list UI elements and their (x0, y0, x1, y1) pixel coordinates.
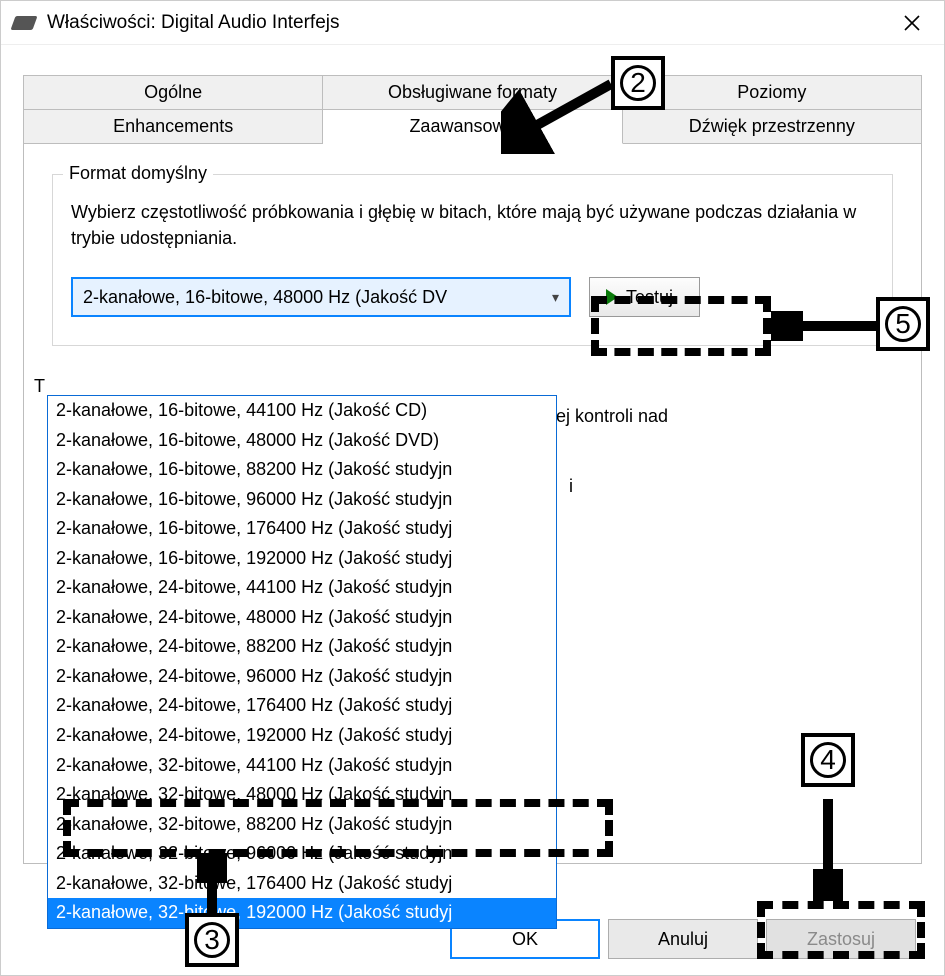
format-combobox[interactable]: 2-kanałowe, 16-bitowe, 48000 Hz (Jakość … (71, 277, 571, 317)
tab-poziomy[interactable]: Poziomy (623, 75, 922, 109)
format-option[interactable]: 2-kanałowe, 32-bitowe, 192000 Hz (Jakość… (48, 898, 556, 928)
occluded-group-prefix: T (34, 376, 45, 397)
format-option[interactable]: 2-kanałowe, 24-bitowe, 96000 Hz (Jakość … (48, 662, 556, 692)
test-button-label: Testuj (626, 287, 673, 308)
format-option[interactable]: 2-kanałowe, 32-bitowe, 44100 Hz (Jakość … (48, 751, 556, 781)
tab-dzwiek-przestrzenny[interactable]: Dźwięk przestrzenny (623, 109, 922, 144)
close-button[interactable] (892, 3, 932, 43)
window-title: Właściwości: Digital Audio Interfejs (47, 12, 892, 34)
tab-obslugiwane-formaty[interactable]: Obsługiwane formaty (323, 75, 622, 109)
format-option[interactable]: 2-kanałowe, 32-bitowe, 48000 Hz (Jakość … (48, 780, 556, 810)
tab-ogolne[interactable]: Ogólne (23, 75, 323, 109)
tab-enhancements[interactable]: Enhancements (23, 109, 323, 144)
combobox-selected-text: 2-kanałowe, 16-bitowe, 48000 Hz (Jakość … (83, 287, 447, 308)
tab-row-1: Ogólne Obsługiwane formaty Poziomy (23, 75, 922, 109)
play-icon (606, 289, 618, 305)
format-option[interactable]: 2-kanałowe, 16-bitowe, 192000 Hz (Jakość… (48, 544, 556, 574)
format-option[interactable]: 2-kanałowe, 16-bitowe, 88200 Hz (Jakość … (48, 455, 556, 485)
properties-window: Właściwości: Digital Audio Interfejs Ogó… (0, 0, 945, 976)
format-option[interactable]: 2-kanałowe, 24-bitowe, 88200 Hz (Jakość … (48, 632, 556, 662)
format-dropdown-list[interactable]: 2-kanałowe, 16-bitowe, 44100 Hz (Jakość … (47, 395, 557, 929)
format-option[interactable]: 2-kanałowe, 16-bitowe, 176400 Hz (Jakość… (48, 514, 556, 544)
occluded-text-line1: ej kontroli nad (556, 406, 668, 427)
apply-button[interactable]: Zastosuj (766, 919, 916, 959)
tab-zaawansowane[interactable]: Zaawansowane (323, 109, 622, 144)
tab-row-2: Enhancements Zaawansowane Dźwięk przestr… (23, 109, 922, 144)
group-description: Wybierz częstotliwość próbkowania i głęb… (71, 199, 874, 251)
titlebar: Właściwości: Digital Audio Interfejs (1, 1, 944, 45)
close-icon (904, 15, 920, 31)
format-option[interactable]: 2-kanałowe, 32-bitowe, 96000 Hz (Jakość … (48, 839, 556, 869)
test-button[interactable]: Testuj (589, 277, 700, 317)
cancel-button[interactable]: Anuluj (608, 919, 758, 959)
audio-device-icon (10, 16, 37, 30)
format-row: 2-kanałowe, 16-bitowe, 48000 Hz (Jakość … (71, 277, 874, 317)
occluded-text-line2: i (569, 476, 573, 497)
chevron-down-icon: ▾ (552, 289, 559, 306)
group-legend: Format domyślny (63, 163, 213, 184)
format-option[interactable]: 2-kanałowe, 16-bitowe, 48000 Hz (Jakość … (48, 426, 556, 456)
format-option[interactable]: 2-kanałowe, 32-bitowe, 88200 Hz (Jakość … (48, 810, 556, 840)
format-option[interactable]: 2-kanałowe, 32-bitowe, 176400 Hz (Jakość… (48, 869, 556, 899)
format-option[interactable]: 2-kanałowe, 16-bitowe, 44100 Hz (Jakość … (48, 396, 556, 426)
format-option[interactable]: 2-kanałowe, 24-bitowe, 192000 Hz (Jakość… (48, 721, 556, 751)
content-area: Ogólne Obsługiwane formaty Poziomy Enhan… (1, 45, 944, 975)
default-format-group: Format domyślny Wybierz częstotliwość pr… (52, 174, 893, 346)
format-option[interactable]: 2-kanałowe, 24-bitowe, 48000 Hz (Jakość … (48, 603, 556, 633)
format-option[interactable]: 2-kanałowe, 24-bitowe, 44100 Hz (Jakość … (48, 573, 556, 603)
format-option[interactable]: 2-kanałowe, 24-bitowe, 176400 Hz (Jakość… (48, 691, 556, 721)
format-option[interactable]: 2-kanałowe, 16-bitowe, 96000 Hz (Jakość … (48, 485, 556, 515)
